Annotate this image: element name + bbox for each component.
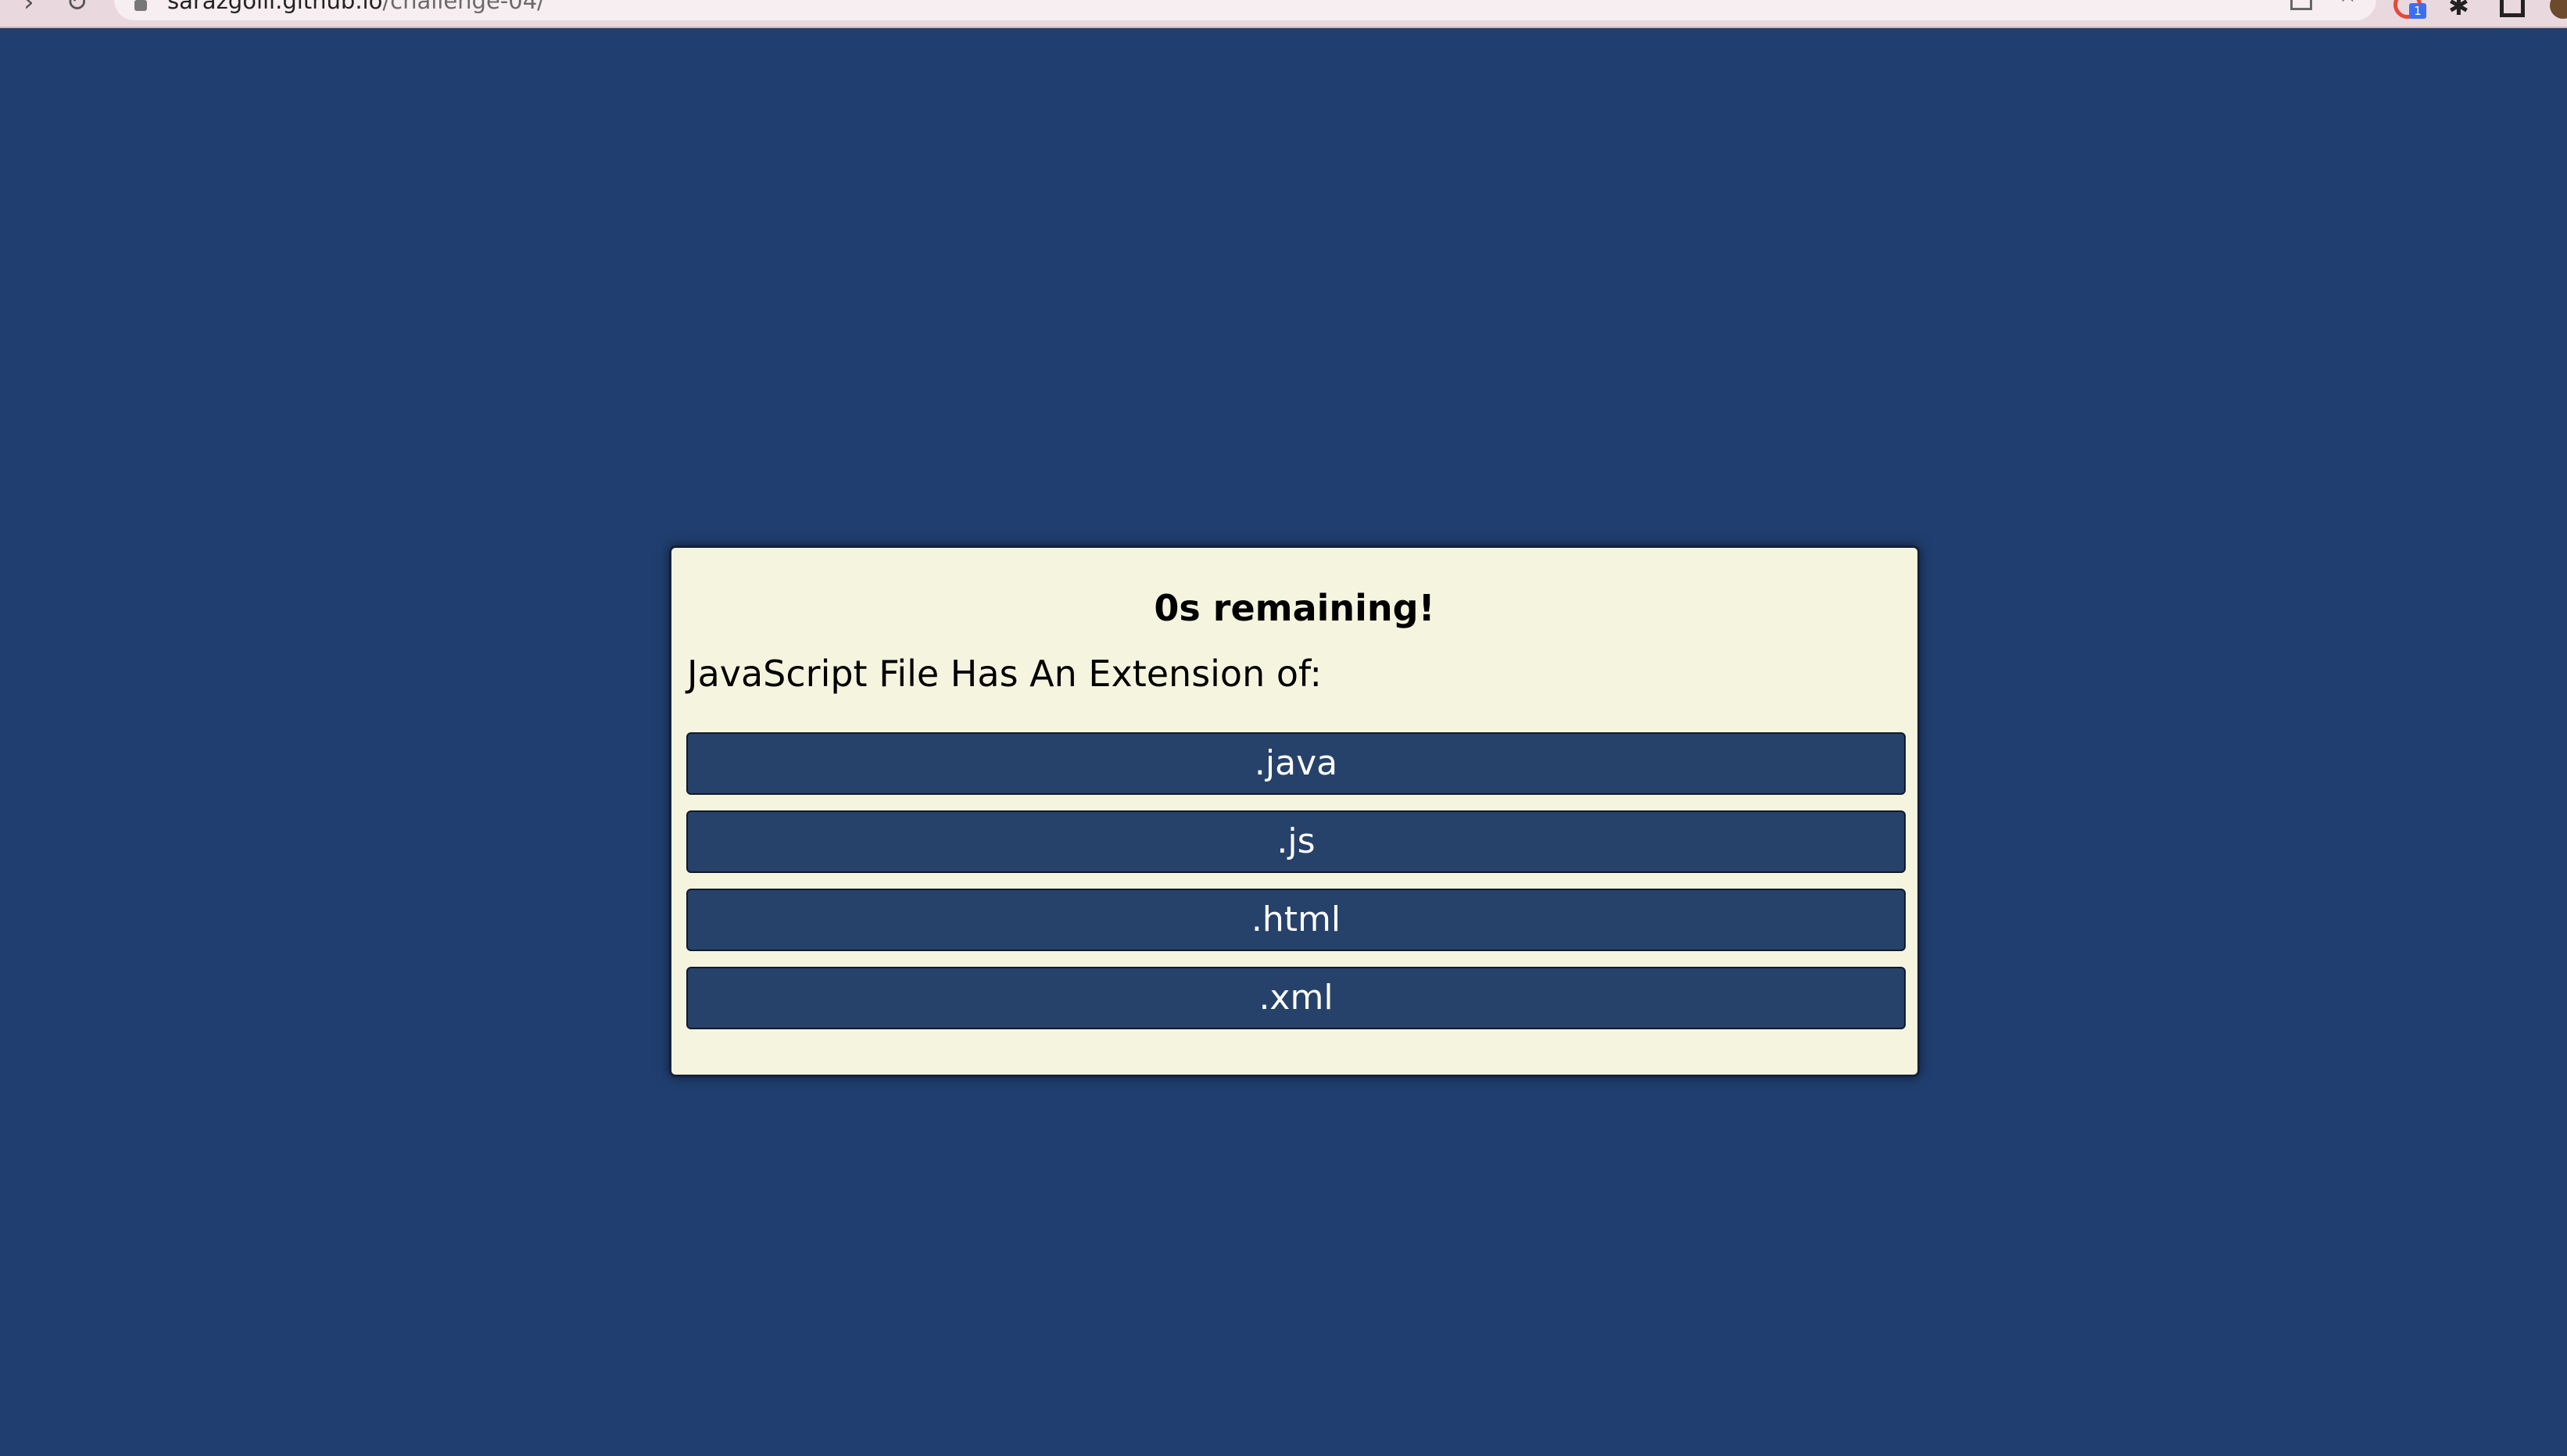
- question-text: JavaScript File Has An Extension of:: [687, 653, 1323, 695]
- star-icon[interactable]: ☆: [2337, 0, 2358, 8]
- browser-toolbar: › ↻ sarazgolli.github.io/challenge-04/ ☆…: [0, 0, 2567, 28]
- answer-choices: .java .js .html .xml: [686, 732, 1906, 1045]
- puzzle-icon[interactable]: ✱: [2448, 0, 2469, 19]
- window-icon[interactable]: [2500, 0, 2525, 17]
- back-arrow-icon[interactable]: ›: [23, 0, 34, 16]
- quiz-card: 0s remaining! JavaScript File Has An Ext…: [669, 546, 1920, 1077]
- lock-icon[interactable]: [134, 0, 147, 11]
- choice-button-js[interactable]: .js: [686, 810, 1906, 873]
- extension-badge-count: 1: [2409, 3, 2426, 19]
- url-text[interactable]: sarazgolli.github.io/challenge-04/: [167, 0, 545, 14]
- url-path: /challenge-04/: [382, 0, 545, 14]
- share-icon[interactable]: [2290, 0, 2312, 10]
- profile-avatar-icon[interactable]: [2550, 0, 2567, 19]
- reload-icon[interactable]: ↻: [66, 0, 88, 16]
- timer-text: 0s remaining!: [1154, 587, 1435, 629]
- url-host: sarazgolli.github.io: [167, 0, 383, 14]
- choice-button-java[interactable]: .java: [686, 732, 1906, 795]
- choice-button-html[interactable]: .html: [686, 889, 1906, 951]
- address-bar[interactable]: sarazgolli.github.io/challenge-04/ ☆: [114, 0, 2376, 20]
- choice-button-xml[interactable]: .xml: [686, 967, 1906, 1029]
- extension-badge-icon[interactable]: 1: [2393, 0, 2428, 22]
